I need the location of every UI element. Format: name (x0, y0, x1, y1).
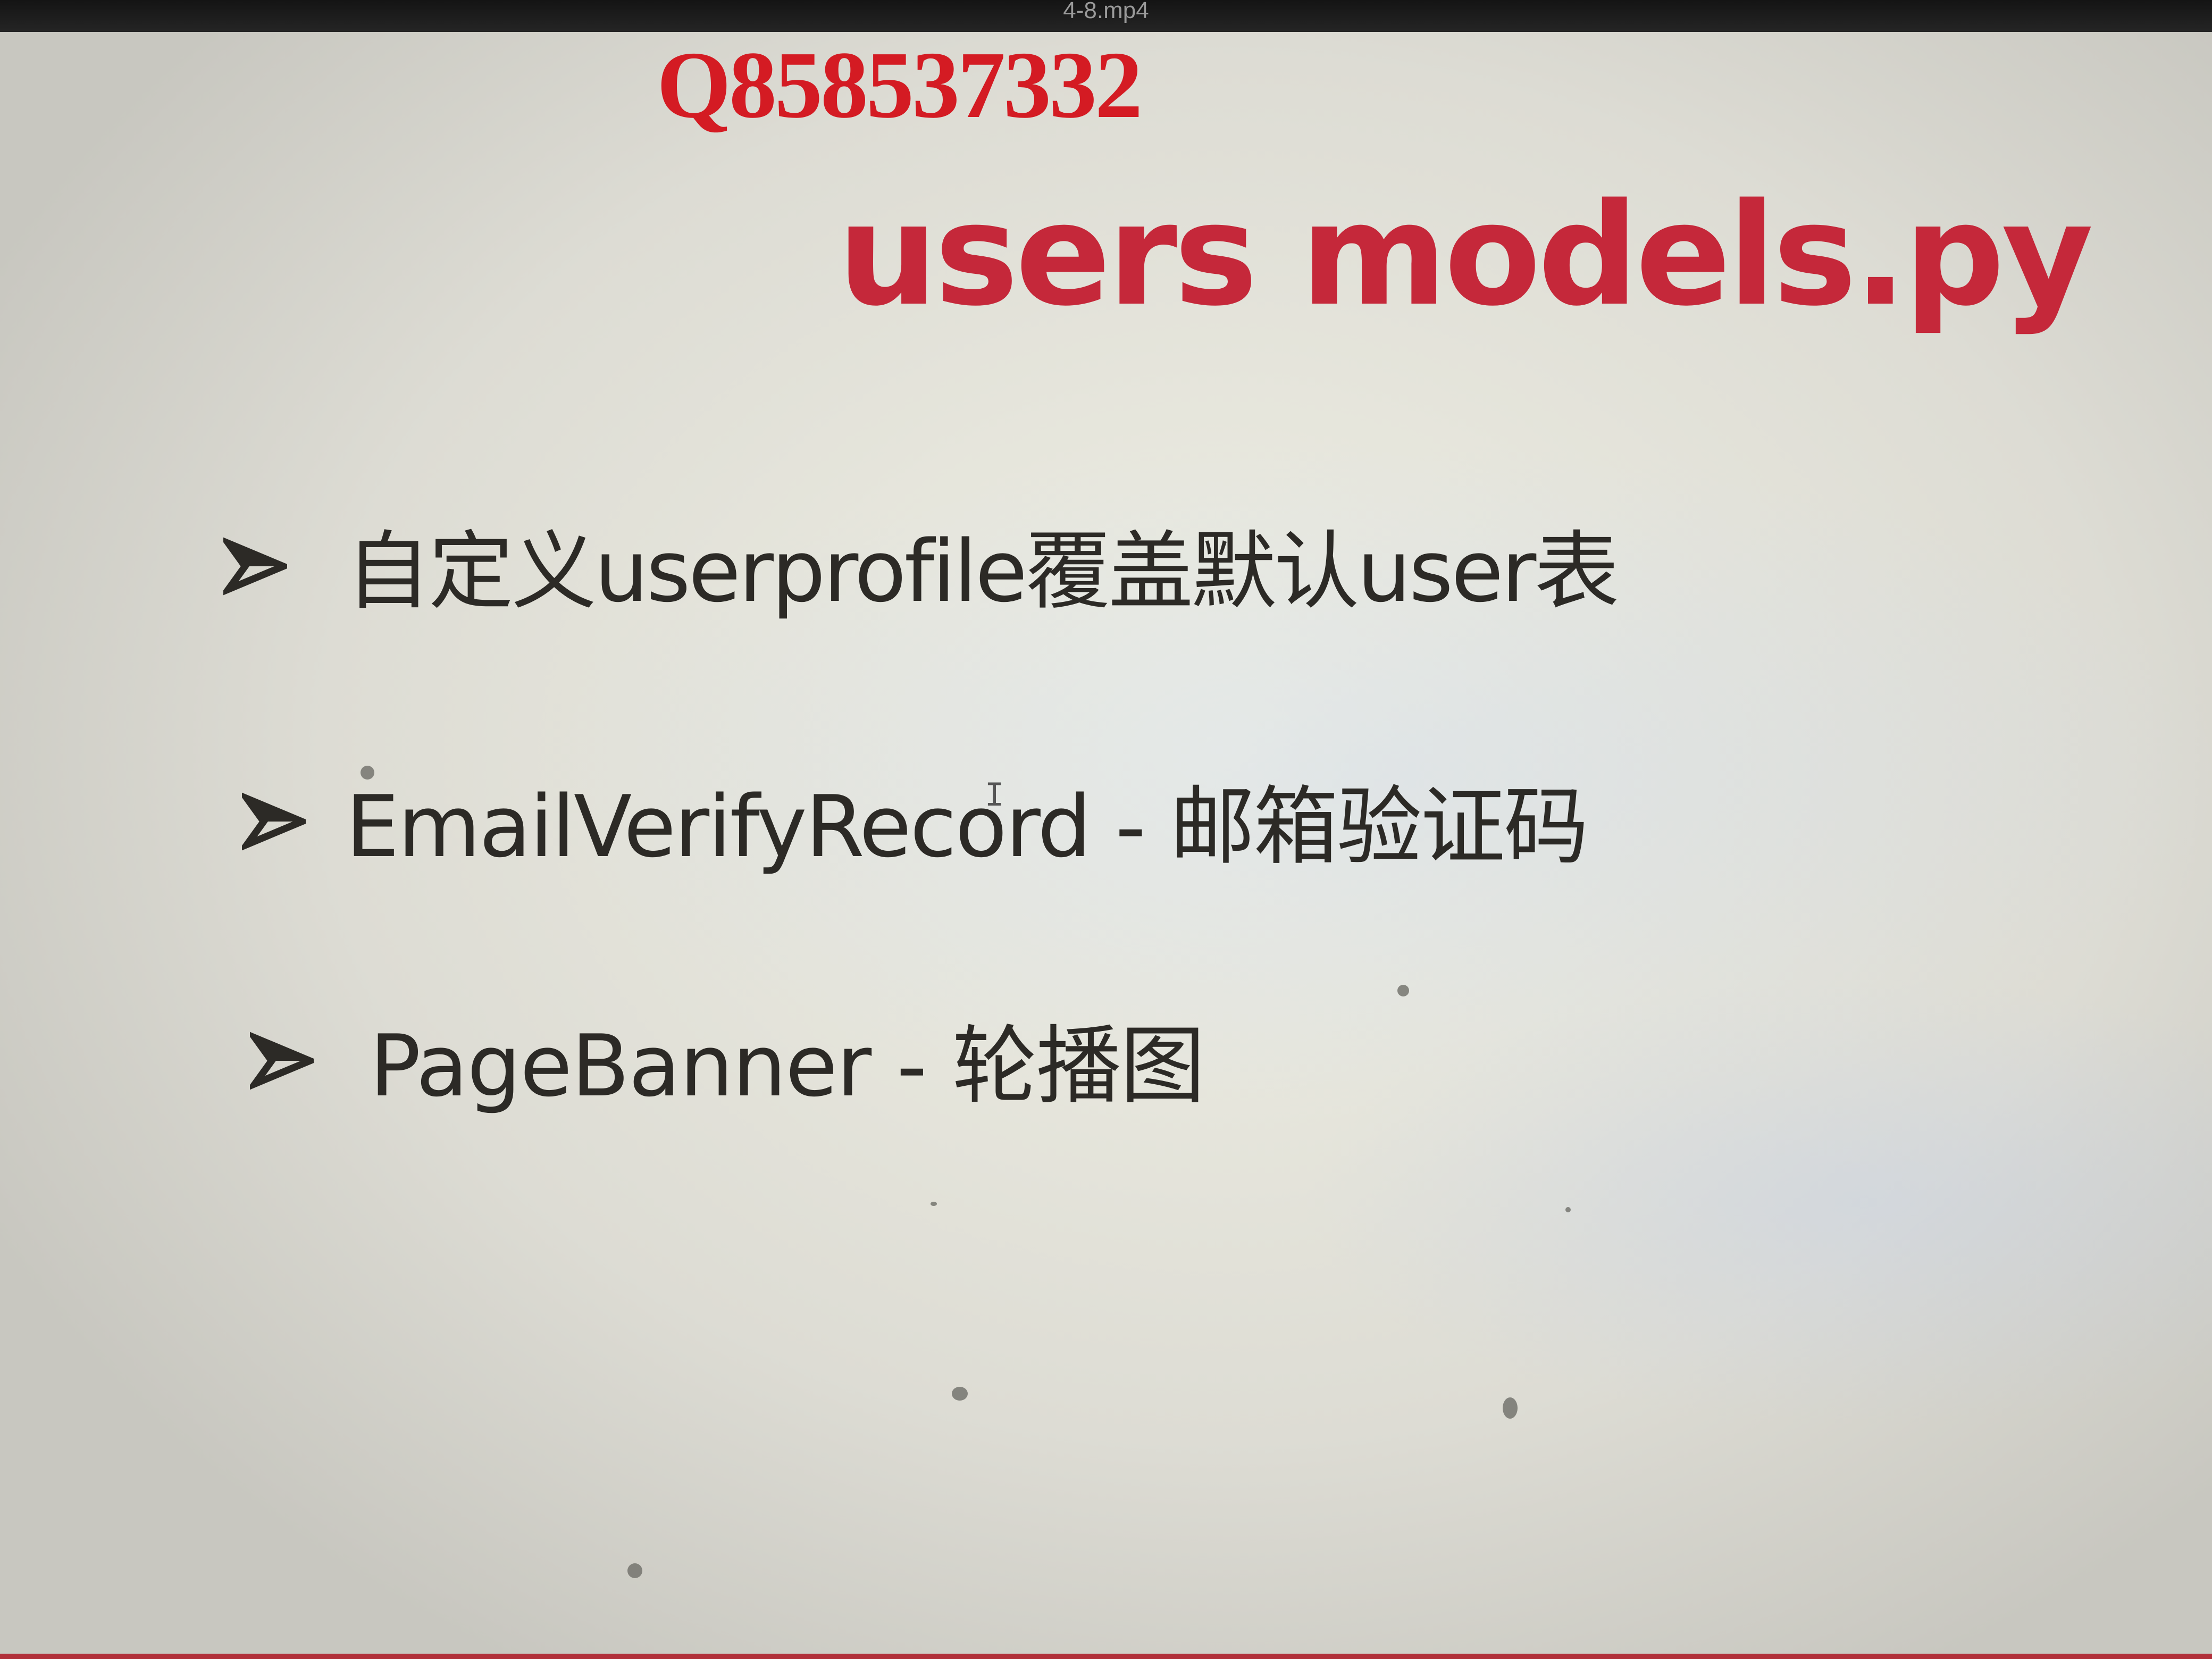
dust-speck (1565, 1207, 1571, 1212)
bullet-text: EmailVerifyRecord - 邮箱验证码 (346, 777, 1589, 876)
window-title: 4-8.mp4 (1063, 0, 1149, 23)
presentation-slide: Q858537332 users models.py 自定义userprofil… (0, 32, 2212, 1659)
dust-speck (1397, 985, 1409, 996)
dust-speck (931, 1202, 937, 1206)
bullet-text: PageBanner - 轮播图 (370, 1016, 1205, 1116)
player-title-bar[interactable]: 4-8.mp4 (0, 0, 2212, 34)
bullet-text: 自定义userprofile覆盖默认user表 (346, 522, 1619, 621)
screen-bottom-edge (0, 1654, 2212, 1659)
video-player-screen: 4-8.mp4 Q858537332 users models.py 自定义us… (0, 0, 2212, 1659)
dust-speck (1503, 1397, 1518, 1419)
dust-speck (361, 766, 374, 780)
arrowhead-bullet-icon (223, 537, 287, 596)
arrowhead-bullet-icon (242, 792, 306, 851)
arrowhead-bullet-icon (250, 1032, 314, 1090)
dust-speck (627, 1563, 642, 1578)
slide-title: users models.py (837, 173, 2093, 337)
text-cursor-icon: I (985, 776, 1004, 814)
dust-speck (952, 1387, 968, 1401)
qq-watermark: Q858537332 (657, 32, 1143, 138)
